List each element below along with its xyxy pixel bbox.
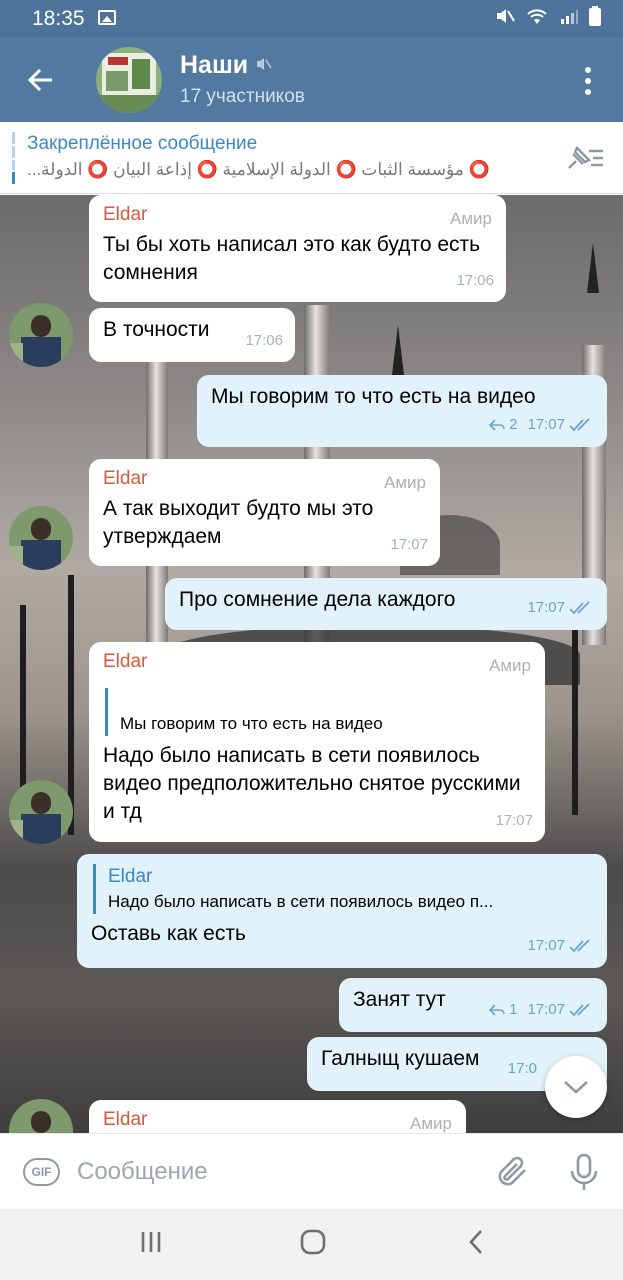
chevron-down-icon bbox=[564, 1081, 588, 1094]
sender-name[interactable]: Eldar bbox=[103, 650, 531, 674]
back-button[interactable] bbox=[18, 57, 64, 103]
message-time: 17:07 bbox=[495, 812, 533, 829]
message-text: А так выходит будто мы это утверждаем bbox=[103, 497, 374, 548]
status-time: 18:35 bbox=[32, 7, 85, 30]
scroll-down-button[interactable] bbox=[545, 1056, 607, 1118]
message-bubble[interactable]: Eldar Амир Мы говорим то что есть на вид… bbox=[89, 642, 545, 842]
message-meta: 17:07 bbox=[527, 594, 595, 622]
quoted-sender: Eldar bbox=[108, 866, 153, 887]
sender-name[interactable]: Eldar bbox=[103, 1108, 452, 1132]
gif-button[interactable]: GIF bbox=[23, 1158, 60, 1186]
message-text: Надо было написать в сети появилось виде… bbox=[103, 744, 521, 823]
status-bar: 18:35 bbox=[0, 0, 623, 37]
chat-area[interactable]: Eldar Амир Ты бы хоть написал это как бу… bbox=[0, 195, 623, 1133]
user-avatar[interactable] bbox=[9, 303, 73, 367]
mute-notification-icon bbox=[497, 9, 515, 23]
double-check-icon bbox=[569, 601, 590, 615]
sender-role: Амир bbox=[489, 656, 531, 675]
double-check-icon bbox=[569, 1003, 590, 1017]
message-text: Занят тут bbox=[353, 988, 446, 1011]
pinned-indicator bbox=[12, 132, 15, 184]
message-time: 17:07 bbox=[527, 1001, 565, 1018]
reply-icon bbox=[489, 1004, 505, 1016]
group-avatar[interactable] bbox=[96, 47, 162, 113]
gallery-notification-icon bbox=[98, 10, 116, 25]
back-arrow-icon bbox=[28, 68, 52, 92]
reply-count: 1 bbox=[509, 1001, 518, 1018]
back-nav-icon[interactable] bbox=[462, 1227, 492, 1257]
user-avatar[interactable] bbox=[9, 780, 73, 844]
message-text: Оставь как есть bbox=[91, 922, 246, 945]
microphone-icon[interactable] bbox=[566, 1152, 602, 1192]
message-bubble[interactable]: Про сомнение дела каждого 17:07 bbox=[165, 578, 607, 630]
double-check-icon bbox=[569, 418, 590, 432]
quoted-text: Надо было написать в сети появилось виде… bbox=[108, 892, 494, 911]
pinned-text: ⭕ مؤسسة الثبات ⭕ الدولة الإسلامية ⭕ إذاع… bbox=[27, 160, 490, 179]
pinned-title: Закреплённое сообщение bbox=[27, 133, 258, 154]
message-bubble[interactable]: Eldar Амир bbox=[89, 1100, 466, 1133]
muted-icon bbox=[257, 58, 272, 70]
quoted-message[interactable]: Мы говорим то что есть на видео bbox=[105, 688, 531, 736]
message-bubble[interactable]: Мы говорим то что есть на видео 2 17:07 bbox=[197, 375, 607, 447]
sender-role: Амир bbox=[384, 473, 426, 492]
message-input[interactable] bbox=[77, 1154, 457, 1190]
user-avatar[interactable] bbox=[9, 1099, 73, 1133]
sender-name[interactable]: Eldar bbox=[103, 203, 492, 227]
message-text: Ты бы хоть написал это как будто есть со… bbox=[103, 233, 481, 284]
message-time: 17:07 bbox=[527, 599, 565, 616]
message-text: Про сомнение дела каждого bbox=[179, 588, 456, 611]
pinned-message[interactable]: Закреплённое сообщение ⭕ مؤسسة الثبات ⭕ … bbox=[0, 122, 623, 194]
more-menu-button[interactable] bbox=[573, 63, 603, 99]
quoted-text: Мы говорим то что есть на видео bbox=[120, 714, 383, 733]
message-bubble[interactable]: Занят тут 1 17:07 bbox=[339, 978, 607, 1032]
message-meta: 1 17:07 bbox=[489, 996, 595, 1024]
message-composer: GIF bbox=[0, 1133, 623, 1209]
message-time: 17:06 bbox=[456, 272, 494, 289]
attach-icon[interactable] bbox=[495, 1153, 531, 1191]
wifi-icon bbox=[527, 9, 547, 24]
quoted-message[interactable]: Eldar Надо было написать в сети появилос… bbox=[93, 864, 593, 914]
reply-count: 2 bbox=[509, 416, 518, 433]
message-meta: 2 17:07 bbox=[489, 411, 595, 439]
user-avatar[interactable] bbox=[9, 506, 73, 570]
message-text: Мы говорим то что есть на видео bbox=[211, 385, 536, 408]
sender-role: Амир bbox=[450, 209, 492, 228]
system-nav-bar bbox=[0, 1209, 623, 1280]
home-icon[interactable] bbox=[298, 1227, 328, 1257]
message-text: В точности bbox=[103, 318, 210, 341]
message-bubble[interactable]: В точности 17:06 bbox=[89, 308, 295, 362]
message-bubble[interactable]: Eldar Амир Ты бы хоть написал это как бу… bbox=[89, 195, 506, 302]
message-bubble[interactable]: Eldar Амир А так выходит будто мы это ут… bbox=[89, 459, 440, 566]
message-time: 17:07 bbox=[527, 416, 565, 433]
double-check-icon bbox=[569, 939, 590, 953]
battery-icon bbox=[589, 6, 601, 26]
message-meta: 17:07 bbox=[527, 932, 595, 960]
pinned-list-icon[interactable] bbox=[565, 142, 607, 174]
message-bubble[interactable]: Eldar Надо было написать в сети появилос… bbox=[77, 854, 607, 968]
reply-icon bbox=[489, 419, 505, 431]
signal-icon bbox=[561, 10, 578, 24]
message-time: 17:06 bbox=[245, 332, 283, 349]
message-time: 17:07 bbox=[527, 937, 565, 954]
sender-name[interactable]: Eldar bbox=[103, 467, 426, 491]
sender-role: Амир bbox=[410, 1114, 452, 1133]
message-meta: 17:0 bbox=[508, 1055, 537, 1083]
status-icons bbox=[495, 6, 601, 26]
recent-apps-icon[interactable] bbox=[136, 1227, 166, 1257]
message-time: 17:07 bbox=[390, 536, 428, 553]
more-vertical-icon bbox=[585, 67, 591, 73]
message-time: 17:0 bbox=[507, 1060, 537, 1077]
chat-header: Наши 17 участников bbox=[0, 37, 623, 122]
message-text: Галныщ кушаем bbox=[321, 1047, 480, 1070]
chat-subtitle[interactable]: 17 участников bbox=[180, 86, 305, 108]
chat-title[interactable]: Наши bbox=[180, 51, 248, 80]
